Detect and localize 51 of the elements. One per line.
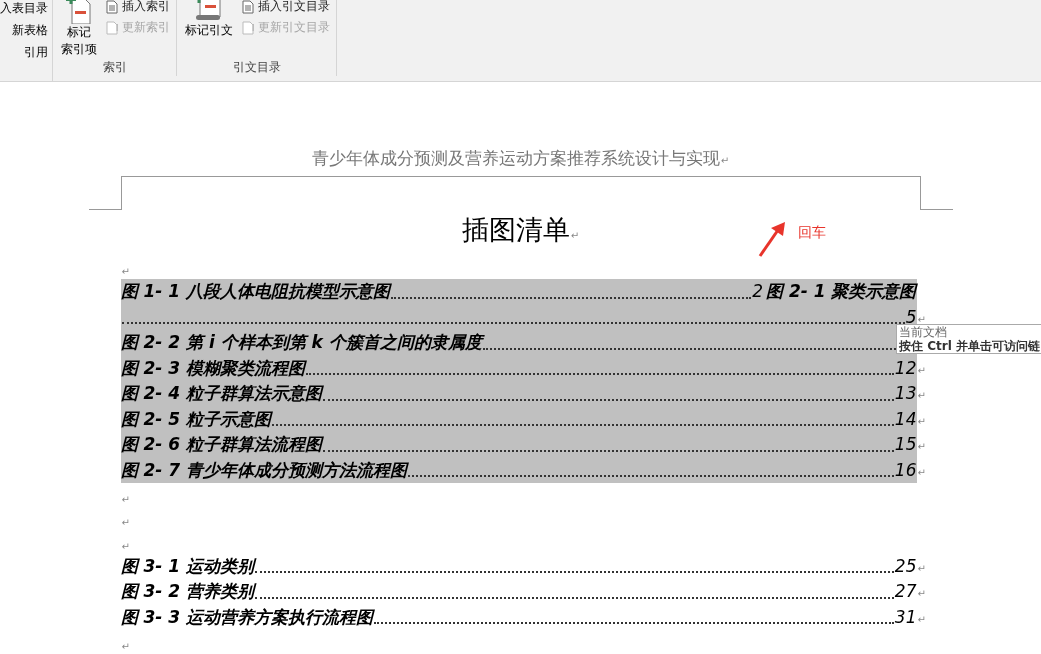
paragraph-mark: ↵ xyxy=(917,441,926,452)
page-number[interactable]: 27 xyxy=(894,579,917,605)
ribbon-command[interactable]: 新表格 xyxy=(12,19,48,41)
toc-entry-title[interactable]: 图 2- 6 粒子群算法流程图 xyxy=(120,432,322,458)
toc-entry-title[interactable]: 图 3- 3 运动营养方案执行流程图 xyxy=(120,604,373,630)
page-lines-icon xyxy=(241,0,255,14)
paragraph-mark: ↵ xyxy=(121,539,130,554)
paragraph-mark: ↵ xyxy=(917,415,926,427)
ribbon-command[interactable]: 引用 xyxy=(24,41,48,63)
ribbon-big-button[interactable]: 标记引文 xyxy=(183,0,235,39)
page-number[interactable]: 16 xyxy=(894,457,917,483)
toc-entry-title[interactable]: 图 1- 1 八段人体电阻抗模型示意图 xyxy=(120,279,390,305)
tooltip-text: 当前文档 xyxy=(899,325,948,339)
paragraph-mark: ↵ xyxy=(121,265,130,279)
group-label: 索引 xyxy=(102,59,127,76)
paragraph-mark: ↵ xyxy=(917,588,926,599)
toc-entry-title[interactable]: 图 2- 7 青少年体成分预测方法流程图 xyxy=(120,457,407,483)
annotation-text: 回车 xyxy=(797,222,826,242)
list-heading: 插图清单↵ xyxy=(461,212,580,247)
paragraph-mark: ↵ xyxy=(121,492,130,507)
paragraph-mark: ↵ xyxy=(917,364,926,376)
toc-entry-title[interactable]: 图 2- 1 聚类示意图 xyxy=(766,279,917,305)
paragraph-mark: ↵ xyxy=(917,466,926,478)
toc-entry-title[interactable]: 图 2- 3 模糊聚类流程图 xyxy=(120,355,305,381)
ribbon-command[interactable]: 入表目录 xyxy=(0,0,48,19)
ribbon-small-button[interactable]: 插入引文目录 xyxy=(241,0,330,17)
ribbon-big-button[interactable]: 标记 索引项 xyxy=(59,0,99,58)
tooltip-text: 按住 Ctrl 并单击可访问链 xyxy=(899,339,1040,353)
toc-entry-title[interactable]: 图 2- 4 粒子群算法示意图 xyxy=(120,381,322,407)
page-number[interactable]: 31 xyxy=(894,604,917,630)
paragraph-mark: ↵ xyxy=(570,229,580,241)
document-plus-icon xyxy=(64,0,94,24)
page-number[interactable]: 15 xyxy=(894,432,917,458)
toc-entry-title[interactable]: 图 2- 5 粒子示意图 xyxy=(120,406,271,432)
page-number[interactable]: 25 xyxy=(894,553,917,579)
page-number[interactable]: 2 xyxy=(752,279,764,305)
group-label: 引文目录 xyxy=(232,59,281,76)
paragraph-mark: ↵ xyxy=(720,155,730,166)
page-number[interactable]: 12 xyxy=(894,355,917,381)
paragraph-mark: ↵ xyxy=(121,516,130,530)
page-number[interactable]: 13 xyxy=(894,381,917,407)
paragraph-mark: ↵ xyxy=(917,390,926,401)
page-lines-icon xyxy=(105,0,119,14)
paragraph-mark: ↵ xyxy=(917,562,926,574)
paragraph-mark: ↵ xyxy=(917,613,926,625)
header-text: 青少年体成分预测及营养运动方案推荐系统设计与实现↵ xyxy=(311,147,730,170)
page-number[interactable]: 14 xyxy=(894,406,917,432)
arrow-annotation xyxy=(757,221,788,258)
ribbon-small-button[interactable]: 插入索引 xyxy=(105,0,170,17)
paragraph-mark: ↵ xyxy=(121,639,130,654)
paragraph-mark: ↵ xyxy=(917,313,926,325)
